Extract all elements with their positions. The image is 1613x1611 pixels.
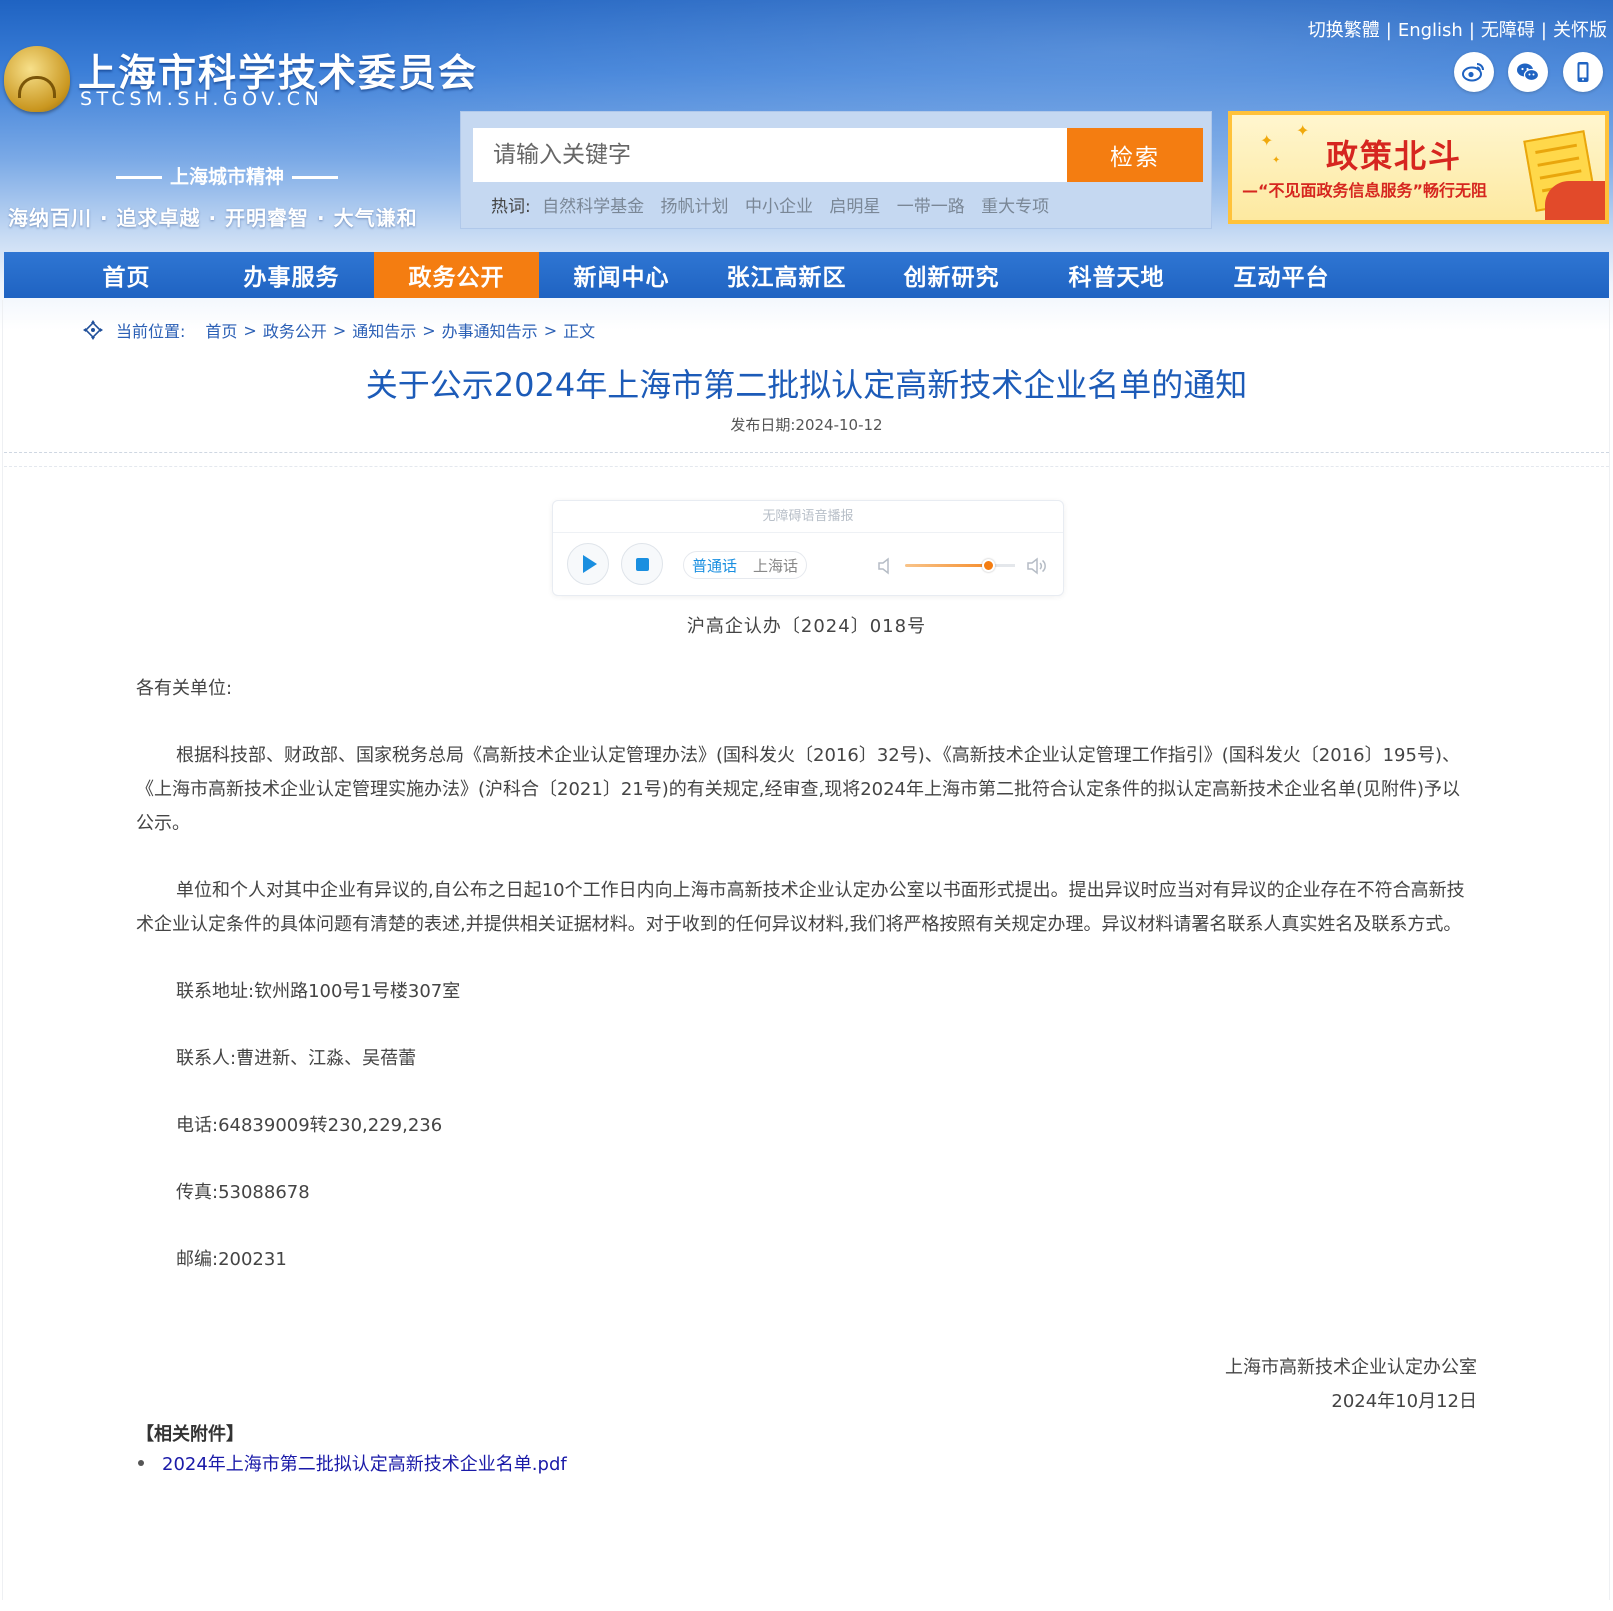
nav-item-home[interactable]: 首页 [44, 252, 209, 298]
stop-icon [635, 557, 649, 571]
hot-words-label: 热词: [491, 197, 531, 217]
divider [4, 466, 1609, 467]
salutation: 各有关单位: [136, 678, 233, 699]
hot-word[interactable]: 一带一路 [897, 197, 965, 217]
bullet [138, 1460, 144, 1466]
volume-high-icon[interactable] [1025, 555, 1047, 577]
nav-item-interaction[interactable]: 互动平台 [1199, 252, 1364, 298]
link-english[interactable]: English [1398, 20, 1463, 41]
contact-address: 联系地址:钦州路100号1号楼307室 [176, 981, 461, 1002]
sign-date: 2024年10月12日 [1331, 1391, 1477, 1412]
hot-word[interactable]: 启明星 [829, 197, 880, 217]
signature-block: 上海市高新技术企业认定办公室 2024年10月12日 [1225, 1351, 1477, 1419]
breadcrumb-current: 正文 [563, 322, 596, 341]
link-elderly-mode[interactable]: 关怀版 [1553, 20, 1607, 41]
breadcrumb: 当前位置: 首页 > 政务公开 > 通知告示 > 办事通知告示 > 正文 [82, 318, 595, 342]
language-toggle: 普通话 上海话 [683, 551, 808, 579]
search-input[interactable] [473, 128, 1067, 182]
contact-fax: 传真:53088678 [176, 1182, 310, 1203]
banner-title: 政策北斗 [1326, 137, 1463, 175]
breadcrumb-label: 当前位置: [116, 322, 186, 341]
site-logo-emblem[interactable] [4, 46, 70, 112]
lang-mandarin[interactable]: 普通话 [684, 555, 745, 576]
contact-person: 联系人:曹进新、江淼、吴蓓蕾 [176, 1048, 417, 1069]
hot-word[interactable]: 自然科学基金 [542, 197, 644, 217]
search-button[interactable]: 检索 [1067, 128, 1203, 182]
top-links: 切换繁體 | English | 无障碍 | 关怀版 [1307, 20, 1607, 41]
article-body: 各有关单位: 根据科技部、财政部、国家税务总局《高新技术企业认定管理办法》(国科… [136, 672, 1478, 1277]
audio-player-header: 无障碍语音播报 [553, 501, 1063, 533]
nav-item-science-pop[interactable]: 科普天地 [1034, 252, 1199, 298]
content-frame-edge [2, 300, 3, 1600]
content-frame-edge [1609, 300, 1610, 1600]
paragraph: 单位和个人对其中企业有异议的,自公布之日起10个工作日内向上海市高新技术企业认定… [136, 880, 1465, 935]
lang-shanghainese[interactable]: 上海话 [745, 555, 806, 576]
wechat-icon[interactable] [1508, 52, 1548, 92]
signer: 上海市高新技术企业认定办公室 [1225, 1357, 1477, 1378]
volume-low-icon[interactable] [875, 555, 897, 577]
hand-illustration-icon [1545, 181, 1605, 220]
hot-word[interactable]: 中小企业 [745, 197, 813, 217]
city-spirit-title: 上海城市精神 [82, 162, 372, 189]
hot-word[interactable]: 重大专项 [981, 197, 1049, 217]
policy-beidou-banner[interactable]: ✦ ✦ ✦ 政策北斗 —“不见面政务信息服务”畅行无阻 [1228, 111, 1609, 224]
sparkle-icon: ✦ [1272, 155, 1281, 166]
hot-word[interactable]: 扬帆计划 [661, 197, 729, 217]
attachment-link[interactable]: 2024年上海市第二批拟认定高新技术企业名单.pdf [162, 1450, 567, 1476]
volume-slider-knob[interactable] [981, 559, 995, 572]
main-nav: 首页 办事服务 政务公开 新闻中心 张江高新区 创新研究 科普天地 互动平台 [4, 252, 1609, 298]
divider [4, 452, 1609, 453]
contact-postcode: 邮编:200231 [176, 1249, 287, 1270]
breadcrumb-service-notices[interactable]: 办事通知告示 [442, 318, 538, 342]
city-spirit-slogan: 海纳百川 · 追求卓越 · 开明睿智 · 大气谦和 [8, 206, 418, 230]
link-traditional-chinese[interactable]: 切换繁體 [1308, 20, 1380, 41]
location-icon [83, 320, 103, 340]
attachments-title: 【相关附件】 [136, 1424, 244, 1445]
nav-item-zhangjiang[interactable]: 张江高新区 [704, 252, 869, 298]
document-number: 沪高企认办〔2024〕018号 [686, 616, 927, 637]
hot-words: 热词: 自然科学基金 扬帆计划 中小企业 启明星 一带一路 重大专项 [491, 192, 1060, 217]
volume-slider[interactable] [905, 559, 1015, 572]
page-title: 关于公示2024年上海市第二批拟认定高新技术企业名单的通知 [365, 366, 1248, 404]
sparkle-icon: ✦ [1296, 121, 1310, 140]
nav-item-innovation[interactable]: 创新研究 [869, 252, 1034, 298]
breadcrumb-notices[interactable]: 通知告示 [352, 318, 416, 342]
link-accessibility[interactable]: 无障碍 [1481, 20, 1535, 41]
banner-subtitle: —“不见面政务信息服务”畅行无阻 [1242, 181, 1488, 200]
publish-date: 发布日期:2024-10-12 [730, 416, 883, 434]
nav-item-services[interactable]: 办事服务 [209, 252, 374, 298]
site-domain: STCSM.SH.GOV.CN [80, 88, 324, 110]
search-panel: 检索 热词: 自然科学基金 扬帆计划 中小企业 启明星 一带一路 重大专项 [460, 111, 1212, 229]
nav-item-gov-info[interactable]: 政务公开 [374, 252, 539, 298]
audio-player: 无障碍语音播报 普通话 上海话 [552, 500, 1064, 596]
mobile-icon[interactable] [1563, 52, 1603, 92]
contact-phone: 电话:64839009转230,229,236 [176, 1115, 443, 1136]
breadcrumb-home[interactable]: 首页 [205, 318, 237, 342]
stop-button[interactable] [621, 543, 663, 585]
weibo-icon[interactable] [1454, 52, 1494, 92]
play-icon [583, 555, 597, 573]
play-button[interactable] [567, 543, 609, 585]
attachment-item: 2024年上海市第二批拟认定高新技术企业名单.pdf [136, 1450, 567, 1476]
paragraph: 根据科技部、财政部、国家税务总局《高新技术企业认定管理办法》(国科发火〔2016… [136, 745, 1461, 834]
nav-item-news[interactable]: 新闻中心 [539, 252, 704, 298]
breadcrumb-gov-info[interactable]: 政务公开 [263, 318, 327, 342]
sparkle-icon: ✦ [1260, 131, 1274, 150]
